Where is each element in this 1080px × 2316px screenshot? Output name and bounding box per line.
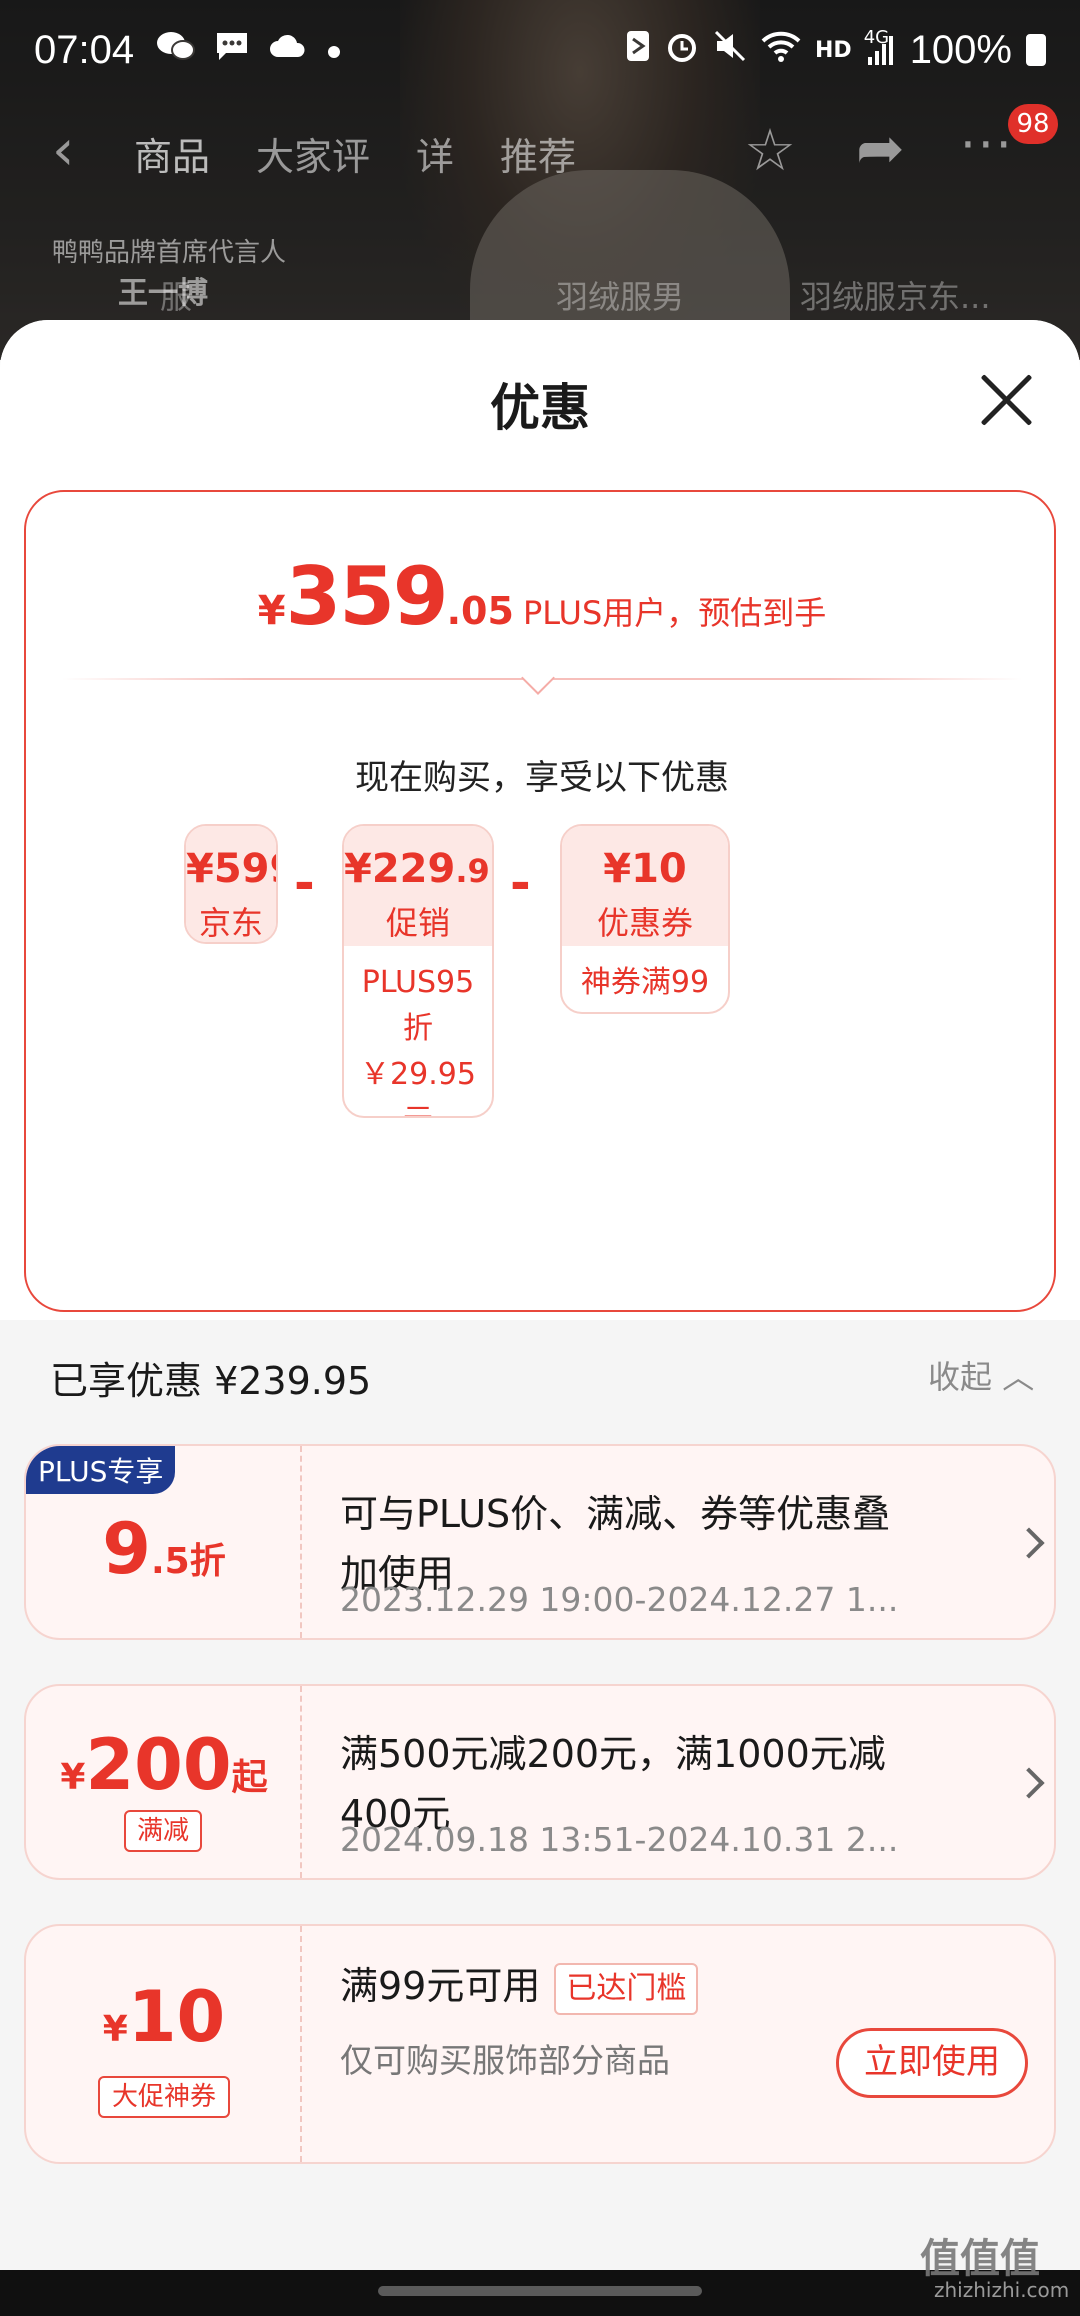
coupon-type-tag: 满减 xyxy=(124,1810,202,1852)
value-currency: ¥ xyxy=(60,1757,86,1798)
favorite-star-icon[interactable]: ☆ xyxy=(744,116,796,184)
estimated-price: ¥359.05 PLUS用户，预估到手 xyxy=(26,550,1058,643)
search-chip: 羽绒服男 xyxy=(556,278,685,316)
mute-icon xyxy=(713,29,747,71)
coupon-description: 满99元可用 已达门槛 xyxy=(340,1956,900,2016)
promotion-head: ¥229.95 促销 xyxy=(344,826,492,946)
battery-percent: 100% xyxy=(909,27,1012,72)
network-type-label: 4G xyxy=(863,27,890,48)
coupon-validity: 2024.09.18 13:51-2024.10.31 2... xyxy=(340,1820,899,1859)
price-note: PLUS用户，预估到手 xyxy=(522,594,827,632)
tab-reviews[interactable]: 大家评 xyxy=(256,126,370,181)
sheet-title: 优惠 xyxy=(490,379,590,437)
coupon-block: ¥10 优惠券 神券满99减10 xyxy=(560,824,730,1014)
spokesperson-caption: 鸭鸭品牌首席代言人 xyxy=(52,238,287,268)
product-nav-bar: ‹ 商品 大家评 详 推荐 ☆ ➦ ··· 98 xyxy=(0,104,1080,200)
coupon-value: ¥10 xyxy=(26,1976,302,2058)
tab-recommend[interactable]: 推荐 xyxy=(500,126,576,181)
discount-item: PLUS95折 ￥29.95元 xyxy=(360,965,476,1116)
big-promo-coupon-card[interactable]: ¥10 大促神券 满99元可用 已达门槛 仅可购买服饰部分商品 立即使用 xyxy=(24,1924,1056,2164)
status-left-icons xyxy=(156,29,342,71)
cloud-icon xyxy=(268,31,308,69)
promotion-block: ¥229.95 促销 PLUS95折 ￥29.95元满500减200 xyxy=(342,824,494,1118)
message-icon xyxy=(214,29,250,71)
nfc-icon xyxy=(625,29,651,71)
buy-now-text: 现在购买，享受以下优惠 xyxy=(355,758,729,798)
minus-sign: - xyxy=(510,854,531,912)
enjoyed-discount-total: 已享优惠 ¥239.95 xyxy=(50,1359,372,1403)
product-tabs: 商品 大家评 详 推荐 xyxy=(134,126,576,181)
promotion-amount-dec: .95 xyxy=(455,852,492,890)
dot-icon xyxy=(326,33,342,68)
price-integer: 359 xyxy=(285,550,449,643)
share-icon[interactable]: ➦ xyxy=(856,114,905,182)
full-reduction-card[interactable]: ¥200起 满减 满500元减200元，满1000元减400元 2024.09.… xyxy=(24,1684,1056,1880)
jd-price-amount: ¥599 xyxy=(186,846,276,892)
value-main: 200 xyxy=(85,1724,232,1806)
hd-icon: HD xyxy=(815,37,852,63)
chevron-up-icon: ︿ xyxy=(1002,1358,1035,1396)
site-watermark-url: zhizhizhi.com xyxy=(934,2278,1070,2302)
price-currency: ¥ xyxy=(257,588,286,634)
coupon-threshold: 满99元可用 xyxy=(340,1964,541,2008)
home-indicator[interactable] xyxy=(378,2286,702,2296)
coupon-amount: ¥10 xyxy=(603,846,687,892)
plus-discount-value: 9.5折 xyxy=(26,1508,302,1590)
coupon-validity: 2023.12.29 19:00-2024.12.27 1... xyxy=(340,1580,899,1619)
wifi-icon xyxy=(761,29,801,71)
back-arrow-icon[interactable]: ‹ xyxy=(52,118,74,183)
discount-sheet: 优惠 ¥359.05 PLUS用户，预估到手 现在购买，享受以下优惠 ¥599 … xyxy=(0,320,1080,2316)
minus-sign: - xyxy=(294,854,315,912)
alarm-icon xyxy=(665,29,699,71)
tab-product[interactable]: 商品 xyxy=(134,126,210,181)
wechat-icon xyxy=(156,29,196,71)
status-right-icons: HD 4G 100% xyxy=(625,27,1046,73)
status-bar: 07:04 HD 4G 100% xyxy=(0,0,1080,100)
status-time: 07:04 xyxy=(34,27,135,72)
jd-price-label: 京东价 xyxy=(198,904,263,942)
collapse-button[interactable]: 收起 ︿ xyxy=(928,1352,1034,1398)
tab-details[interactable]: 详 xyxy=(416,126,454,181)
threshold-reached-tag: 已达门槛 xyxy=(554,1962,699,2015)
message-count-badge: 98 xyxy=(1008,104,1058,144)
chevron-right-icon[interactable] xyxy=(1013,1527,1045,1559)
divider-notch xyxy=(521,661,555,695)
value-currency: ¥ xyxy=(102,2009,128,2050)
promotion-amount-int: ¥229 xyxy=(344,846,456,892)
search-chip: 羽绒服京东... xyxy=(800,278,991,316)
use-now-button[interactable]: 立即使用 xyxy=(836,2028,1028,2098)
value-sub: 起 xyxy=(231,1757,268,1798)
signal-4g-icon: 4G xyxy=(864,27,896,67)
price-summary-card: ¥359.05 PLUS用户，预估到手 现在购买，享受以下优惠 ¥599 京东价… xyxy=(24,490,1056,1312)
jd-price-head: ¥599 京东价 xyxy=(186,826,276,942)
collapse-label: 收起 xyxy=(928,1358,993,1396)
more-dots-icon[interactable]: ··· xyxy=(960,116,1014,174)
promotion-amount: ¥229.95 xyxy=(344,826,492,892)
discount-value-sub: .5折 xyxy=(150,1541,226,1582)
site-watermark: 值值值 xyxy=(920,2236,1040,2282)
full-reduction-value: ¥200起 xyxy=(26,1724,302,1806)
discount-value-main: 9 xyxy=(102,1508,151,1590)
discount-item: 神券满99减10 xyxy=(580,965,710,1012)
value-main: 10 xyxy=(127,1976,226,2058)
plus-exclusive-tag: PLUS专享 xyxy=(26,1446,176,1494)
price-decimal: .05 xyxy=(446,589,514,633)
battery-icon xyxy=(1026,34,1046,66)
plus-discount-card[interactable]: PLUS专享 9.5折 可与PLUS价、满减、券等优惠叠加使用 2023.12.… xyxy=(24,1444,1056,1640)
coupon-head: ¥10 优惠券 xyxy=(562,826,728,946)
close-icon[interactable] xyxy=(976,370,1036,430)
coupon-type-tag: 大促神券 xyxy=(98,2076,230,2118)
search-chip: 服 xyxy=(160,278,193,316)
jd-price-block: ¥599 京东价 xyxy=(184,824,278,944)
chevron-right-icon[interactable] xyxy=(1013,1767,1045,1799)
